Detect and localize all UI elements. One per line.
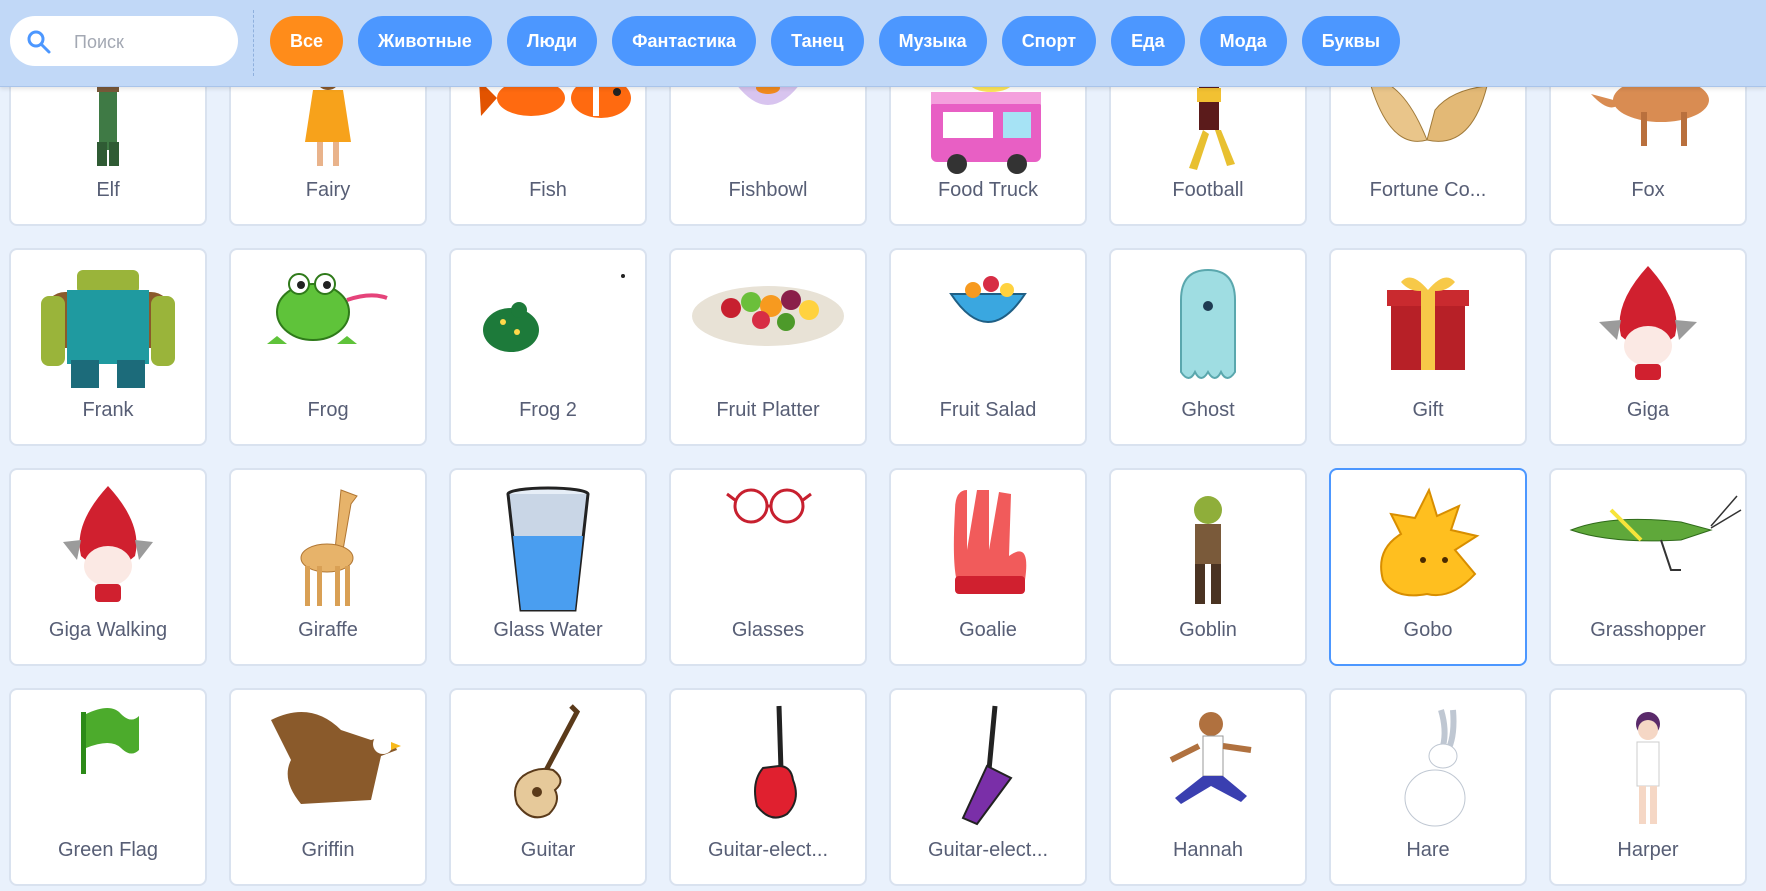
tag-fashion[interactable]: Мода <box>1199 16 1287 66</box>
ghost-image <box>1180 268 1236 379</box>
sprite-card-green-flag[interactable]: Green Flag <box>9 688 207 886</box>
sprite-card-glass-water[interactable]: Glass Water <box>449 468 647 666</box>
frog-2-image <box>483 274 625 352</box>
sprite-name: Frog <box>307 399 349 421</box>
sprite-card-griffin[interactable]: Griffin <box>229 688 427 886</box>
sprite-name: Gobo <box>1403 619 1453 641</box>
tag-letters[interactable]: Буквы <box>1301 16 1400 66</box>
sprite-name: Elf <box>96 179 120 201</box>
sprite-name: Guitar-elect... <box>927 839 1049 861</box>
sprite-card-fruit-platter[interactable]: Fruit Platter <box>669 248 867 446</box>
griffin-image <box>271 712 401 804</box>
sprite-name: Frank <box>82 399 134 421</box>
sprite-name: Guitar-elect... <box>707 839 829 861</box>
sprite-name: Glass Water <box>493 619 603 641</box>
sprite-name: Grasshopper <box>1590 619 1706 641</box>
tag-dance[interactable]: Танец <box>771 16 864 66</box>
sprite-card-gift[interactable]: Gift <box>1329 248 1527 446</box>
search-icon <box>27 30 51 54</box>
sprite-name: Fruit Platter <box>716 399 820 421</box>
sprite-card-ghost[interactable]: Ghost <box>1109 248 1307 446</box>
search-input[interactable] <box>72 26 226 58</box>
sprite-card-glasses[interactable]: Glasses <box>669 468 867 666</box>
sprite-name: Fairy <box>305 179 351 201</box>
tag-music[interactable]: Музыка <box>878 16 987 66</box>
sprite-card-frog[interactable]: Frog <box>229 248 427 446</box>
sprite-name: Football <box>1172 179 1244 201</box>
fruit-platter-image <box>692 286 844 346</box>
sprite-name: Goalie <box>959 619 1017 641</box>
gift-image <box>1387 277 1469 370</box>
sprite-name: Food Truck <box>937 179 1039 201</box>
hare-image <box>1404 709 1466 827</box>
sprite-card-guitar-electric-1[interactable]: Guitar-elect... <box>669 688 867 886</box>
sprite-card-frank[interactable]: Frank <box>9 248 207 446</box>
sprite-name: Giga <box>1626 399 1670 421</box>
sprite-name: Green Flag <box>57 839 159 861</box>
tag-people[interactable]: Люди <box>506 16 598 66</box>
search-box[interactable] <box>10 16 238 66</box>
sprite-card-hare[interactable]: Hare <box>1329 688 1527 886</box>
sprite-name: Harper <box>1617 839 1679 861</box>
sprite-name: Fortune Co... <box>1369 179 1487 201</box>
sprite-name: Ghost <box>1181 399 1235 421</box>
sprite-name: Griffin <box>301 839 355 861</box>
category-tags: Все Животные Люди Фантастика Танец Музык… <box>270 16 1400 66</box>
gobo-image <box>1380 487 1480 597</box>
giga-image <box>1599 266 1697 380</box>
sprite-name: Giga Walking <box>48 619 168 641</box>
glasses-image <box>726 488 812 524</box>
electric-guitar-image <box>961 705 1013 826</box>
sprite-name: Fox <box>1631 179 1665 201</box>
hannah-image <box>1169 712 1252 804</box>
sprite-card-guitar-electric-2[interactable]: Guitar-elect... <box>889 688 1087 886</box>
tag-food[interactable]: Еда <box>1111 16 1185 66</box>
sprite-card-giraffe[interactable]: Giraffe <box>229 468 427 666</box>
harper-image <box>1636 712 1660 824</box>
green-flag-image <box>81 708 139 774</box>
sprite-name: Hare <box>1406 839 1450 861</box>
tag-fantasy[interactable]: Фантастика <box>612 16 757 66</box>
grasshopper-image <box>1569 495 1742 571</box>
sprite-card-guitar[interactable]: Guitar <box>449 688 647 886</box>
sprite-name: Fish <box>529 179 567 201</box>
sprite-name: Goblin <box>1179 619 1237 641</box>
electric-guitar-image <box>754 705 797 819</box>
goalie-image <box>953 490 1027 594</box>
giraffe-image <box>300 489 358 606</box>
tag-sports[interactable]: Спорт <box>1001 16 1097 66</box>
sprite-card-grasshopper[interactable]: Grasshopper <box>1549 468 1747 666</box>
fruit-salad-image <box>949 276 1027 323</box>
sprite-card-harper[interactable]: Harper <box>1549 688 1747 886</box>
sprite-card-giga-walking[interactable]: Giga Walking <box>9 468 207 666</box>
sprite-card-goalie[interactable]: Goalie <box>889 468 1087 666</box>
guitar-image <box>514 704 581 819</box>
sprite-name: Guitar <box>520 839 576 861</box>
sprite-name: Gift <box>1412 399 1444 421</box>
goblin-image <box>1194 496 1222 604</box>
library-filter-bar: Все Животные Люди Фантастика Танец Музык… <box>0 0 1766 87</box>
sprite-card-hannah[interactable]: Hannah <box>1109 688 1307 886</box>
sprite-card-gobo[interactable]: Gobo <box>1329 468 1527 666</box>
tag-animals[interactable]: Животные <box>358 16 492 66</box>
sprite-library-grid: Elf Fairy Fish Fishbowl Food Truck Footb… <box>9 0 1749 891</box>
sprite-card-goblin[interactable]: Goblin <box>1109 468 1307 666</box>
tag-all[interactable]: Все <box>270 16 344 66</box>
sprite-name: Frog 2 <box>519 399 577 421</box>
glass-water-image <box>506 486 590 612</box>
sprite-name: Hannah <box>1172 839 1244 861</box>
sprite-name: Glasses <box>731 619 805 641</box>
sprite-card-frog-2[interactable]: Frog 2 <box>449 248 647 446</box>
sprite-card-giga[interactable]: Giga <box>1549 248 1747 446</box>
sprite-name: Fruit Salad <box>939 399 1037 421</box>
divider <box>253 10 254 76</box>
frog-image <box>267 273 388 344</box>
sprite-card-fruit-salad[interactable]: Fruit Salad <box>889 248 1087 446</box>
giga-walking-image <box>63 486 153 602</box>
sprite-name: Fishbowl <box>728 179 808 201</box>
sprite-name: Giraffe <box>298 619 358 641</box>
frank-image <box>41 270 175 388</box>
